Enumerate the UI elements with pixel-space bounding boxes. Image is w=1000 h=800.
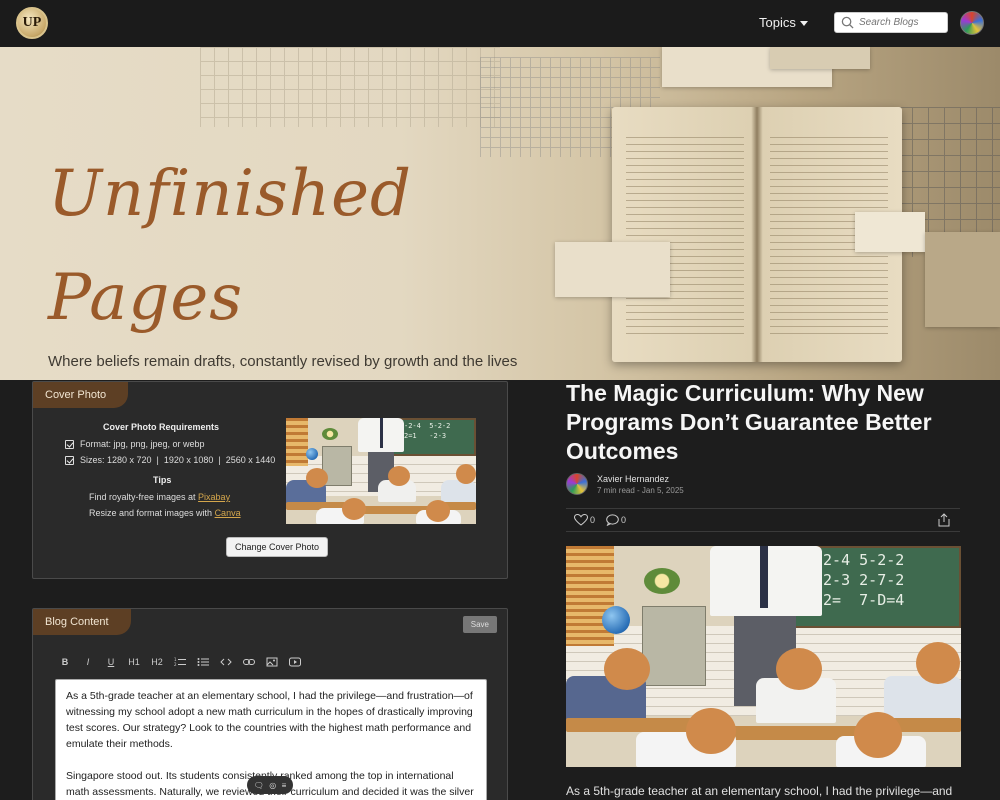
canva-link[interactable]: Canva bbox=[215, 508, 241, 518]
hero-title-line: Unfinished bbox=[48, 157, 412, 231]
cover-photo-panel: Cover Photo Cover Photo Requirements For… bbox=[32, 381, 508, 579]
cover-photo-tab: Cover Photo bbox=[33, 382, 129, 408]
comment-icon[interactable]: 🗨︎ bbox=[254, 781, 264, 790]
format-text: Format: jpg, png, jpeg, or webp bbox=[80, 439, 205, 449]
floating-bubble-menu[interactable]: 🗨︎ ◎ ≡ bbox=[247, 776, 293, 794]
author-avatar[interactable] bbox=[566, 473, 588, 495]
author-name[interactable]: Xavier Hernandez bbox=[597, 474, 669, 484]
image-icon[interactable] bbox=[266, 657, 278, 667]
bold-button[interactable]: B bbox=[59, 657, 71, 667]
article-excerpt: As a 5th-grade teacher at an elementary … bbox=[566, 784, 953, 798]
like-button[interactable]: 0 bbox=[574, 514, 595, 526]
format-requirement: Format: jpg, png, jpeg, or webp bbox=[65, 439, 205, 449]
tips-title: Tips bbox=[153, 475, 172, 485]
checkbox-icon bbox=[65, 439, 74, 449]
pixabay-link[interactable]: Pixabay bbox=[198, 492, 230, 502]
site-logo[interactable]: UP bbox=[16, 7, 48, 39]
hero-paper bbox=[925, 232, 1000, 327]
article-cover-image: -2-4 5-2-2 -2-3 2-7-2 2= 7-D=4 bbox=[566, 546, 961, 767]
svg-text:2: 2 bbox=[174, 662, 177, 667]
chevron-down-icon bbox=[799, 21, 808, 27]
sizes-text: Sizes: 1280 x 720 | 1920 x 1080 | 2560 x… bbox=[80, 455, 276, 465]
tip-pixabay: Find royalty-free images at Pixabay bbox=[89, 492, 230, 502]
hero-texture bbox=[200, 47, 500, 127]
hero-paper bbox=[855, 212, 925, 252]
article-meta: 7 min read - Jan 5, 2025 bbox=[597, 486, 684, 495]
tip-text: Resize and format images with bbox=[89, 508, 215, 518]
bullet-list-icon[interactable] bbox=[197, 657, 209, 667]
tip-canva: Resize and format images with Canva bbox=[89, 508, 241, 518]
cover-photo-thumbnail: -2-4 5-2-2 2=1 -2-3 bbox=[286, 418, 476, 524]
menu-icon[interactable]: ≡ bbox=[282, 781, 287, 790]
heart-icon bbox=[574, 514, 588, 526]
hero-tagline: Where beliefs remain drafts, constantly … bbox=[48, 353, 518, 370]
user-avatar[interactable] bbox=[960, 11, 984, 35]
heading2-button[interactable]: H2 bbox=[151, 657, 163, 667]
hero-title: Unfinished Pages bbox=[48, 142, 412, 350]
like-count: 0 bbox=[590, 515, 596, 525]
underline-button[interactable]: U bbox=[105, 657, 117, 667]
comment-icon bbox=[606, 514, 619, 526]
blog-content-tab: Blog Content bbox=[33, 609, 131, 635]
editor-paragraph: As a 5th-grade teacher at an elementary … bbox=[66, 690, 473, 750]
blog-content-panel: Blog Content Save B I U H1 H2 1 2 As a 5… bbox=[32, 608, 508, 800]
search-icon bbox=[841, 16, 854, 29]
save-button[interactable]: Save bbox=[462, 616, 497, 633]
article-stats-bar: 0 0 bbox=[566, 508, 960, 532]
ordered-list-icon[interactable]: 1 2 bbox=[174, 657, 186, 667]
view-icon[interactable]: ◎ bbox=[269, 781, 276, 790]
video-icon[interactable] bbox=[289, 657, 301, 667]
italic-button[interactable]: I bbox=[82, 657, 94, 667]
search-box[interactable] bbox=[834, 12, 948, 33]
checkbox-icon bbox=[65, 455, 74, 465]
article-title: The Magic Curriculum: Why New Programs D… bbox=[566, 380, 932, 464]
tip-text: Find royalty-free images at bbox=[89, 492, 199, 502]
requirements-title: Cover Photo Requirements bbox=[103, 422, 220, 432]
hero-banner: Unfinished Pages Where beliefs remain dr… bbox=[0, 47, 1000, 380]
heading1-button[interactable]: H1 bbox=[128, 657, 140, 667]
topics-label: Topics bbox=[759, 15, 796, 30]
comment-button[interactable]: 0 bbox=[606, 514, 626, 526]
hero-title-line: Pages bbox=[48, 261, 244, 335]
search-input[interactable] bbox=[859, 17, 947, 28]
topics-dropdown[interactable]: Topics bbox=[759, 15, 808, 30]
share-icon[interactable] bbox=[938, 513, 950, 527]
comment-count: 0 bbox=[621, 515, 627, 525]
code-icon[interactable] bbox=[220, 657, 232, 667]
editor-toolbar: B I U H1 H2 1 2 bbox=[59, 657, 301, 667]
hero-paper bbox=[555, 242, 670, 297]
sizes-requirement: Sizes: 1280 x 720 | 1920 x 1080 | 2560 x… bbox=[65, 455, 275, 465]
change-cover-photo-button[interactable]: Change Cover Photo bbox=[226, 537, 329, 557]
link-icon[interactable] bbox=[243, 657, 255, 667]
hero-paper bbox=[770, 47, 870, 69]
top-nav-bar: UP Topics bbox=[0, 0, 1000, 47]
